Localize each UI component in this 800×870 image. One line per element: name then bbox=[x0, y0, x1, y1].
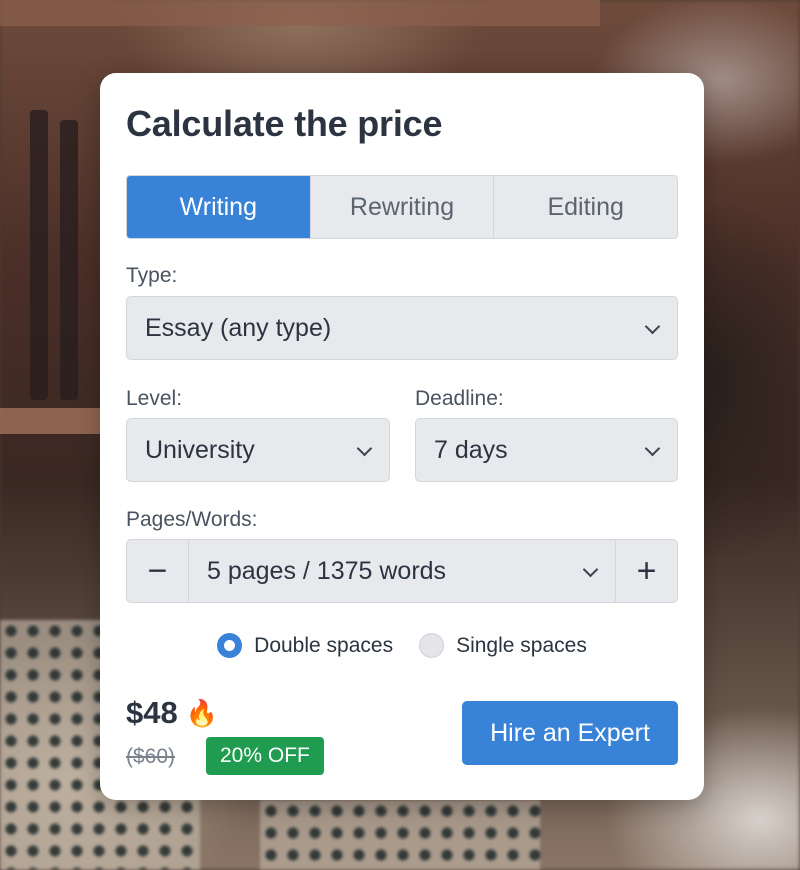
chevron-down-icon bbox=[645, 321, 659, 335]
chevron-down-icon bbox=[583, 564, 597, 578]
background-shelf bbox=[0, 408, 110, 434]
pages-stepper: − 5 pages / 1375 words + bbox=[126, 539, 678, 603]
level-select-value: University bbox=[145, 435, 255, 464]
pages-select[interactable]: 5 pages / 1375 words bbox=[189, 540, 615, 602]
tab-writing[interactable]: Writing bbox=[127, 176, 311, 238]
radio-single-spaces-label: Single spaces bbox=[456, 633, 587, 657]
background-pattern bbox=[260, 800, 540, 870]
pages-label: Pages/Words: bbox=[126, 508, 258, 531]
tab-rewriting[interactable]: Rewriting bbox=[310, 176, 495, 238]
pages-select-value: 5 pages / 1375 words bbox=[207, 556, 447, 585]
price-calculator-card: Calculate the price Writing Rewriting Ed… bbox=[100, 73, 704, 800]
spacing-options: Double spaces Single spaces bbox=[100, 633, 704, 658]
type-label: Type: bbox=[126, 264, 178, 287]
tab-editing[interactable]: Editing bbox=[494, 176, 677, 238]
background-book bbox=[60, 120, 78, 400]
radio-checked-icon[interactable] bbox=[217, 633, 243, 658]
radio-unchecked-icon[interactable] bbox=[419, 633, 445, 658]
deadline-select[interactable]: 7 days bbox=[415, 418, 678, 482]
deadline-label: Deadline: bbox=[415, 387, 504, 410]
current-price: $48 🔥 bbox=[126, 695, 218, 731]
service-tabs: Writing Rewriting Editing bbox=[126, 175, 678, 239]
discount-badge: 20% OFF bbox=[206, 737, 324, 775]
deadline-select-value: 7 days bbox=[434, 435, 508, 464]
level-select[interactable]: University bbox=[126, 418, 390, 482]
radio-single-spaces[interactable]: Single spaces bbox=[419, 633, 587, 658]
card-title: Calculate the price bbox=[126, 103, 443, 144]
background-shelf bbox=[0, 0, 600, 26]
chevron-down-icon bbox=[645, 443, 659, 457]
type-select-value: Essay (any type) bbox=[145, 313, 332, 342]
radio-double-spaces[interactable]: Double spaces bbox=[217, 633, 393, 658]
increase-pages-button[interactable]: + bbox=[615, 540, 677, 602]
hire-expert-button[interactable]: Hire an Expert bbox=[462, 701, 678, 765]
decrease-pages-button[interactable]: − bbox=[127, 540, 189, 602]
radio-double-spaces-label: Double spaces bbox=[254, 633, 394, 657]
chevron-down-icon bbox=[357, 443, 371, 457]
type-select[interactable]: Essay (any type) bbox=[126, 296, 678, 360]
background-book bbox=[30, 110, 48, 400]
old-price: ($60) bbox=[126, 745, 176, 768]
fire-icon: 🔥 bbox=[185, 697, 219, 728]
level-label: Level: bbox=[126, 387, 183, 410]
current-price-value: $48 bbox=[126, 695, 178, 730]
